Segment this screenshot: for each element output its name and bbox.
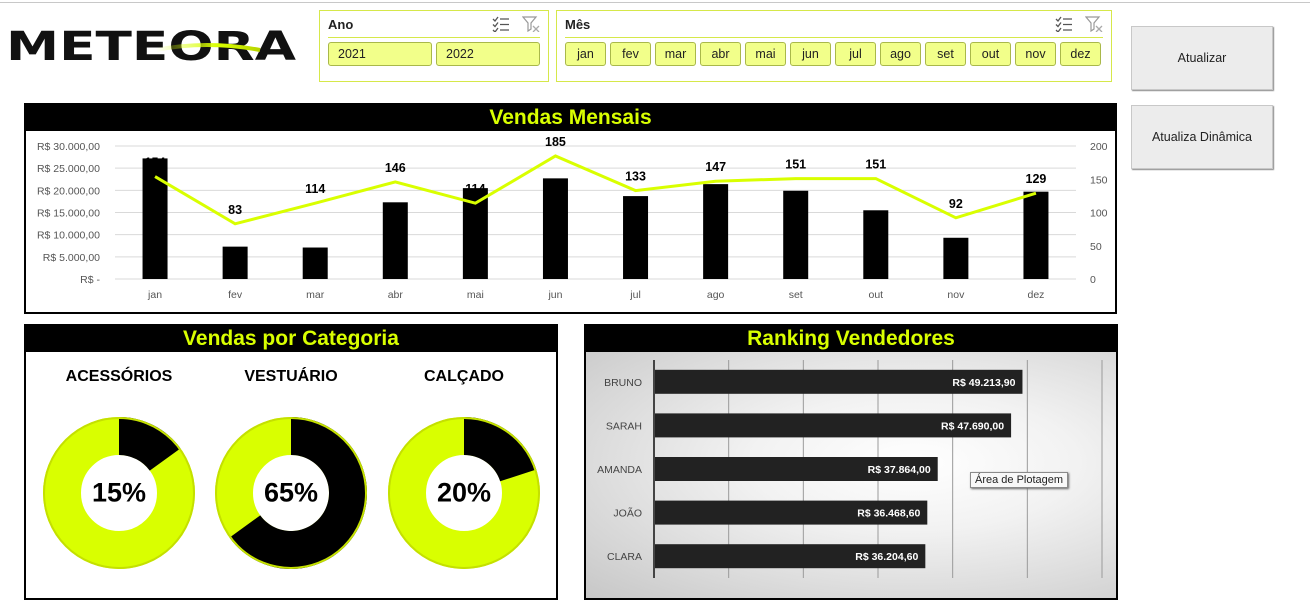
- month-slicer-title: Mês: [565, 16, 591, 32]
- category-label: ACESSÓRIOS: [65, 368, 173, 385]
- quantity-data-label: 133: [625, 170, 646, 184]
- month-option-mar[interactable]: mar: [655, 42, 696, 66]
- month-option-nov[interactable]: nov: [1015, 42, 1056, 66]
- clear-filter-icon[interactable]: [1085, 16, 1103, 32]
- sales-bar-jun[interactable]: [542, 178, 568, 279]
- month-option-jan[interactable]: jan: [565, 42, 606, 66]
- seller-value-label: R$ 36.468,60: [857, 508, 920, 520]
- category-label: CALÇADO: [424, 368, 504, 385]
- sales-bar-jul[interactable]: [623, 196, 649, 279]
- monthly-sales-title: Vendas Mensais: [26, 105, 1115, 131]
- sales-bar-mar[interactable]: [302, 247, 328, 279]
- seller-name-label: AMANDA: [597, 464, 642, 476]
- month-option-set[interactable]: set: [925, 42, 966, 66]
- x-tick-label: jul: [629, 289, 641, 301]
- sales-bar-out[interactable]: [863, 210, 889, 279]
- seller-value-label: R$ 47.690,00: [941, 420, 1004, 432]
- category-label: VESTUÁRIO: [244, 368, 338, 385]
- y-left-tick-label: R$ -: [80, 274, 100, 286]
- seller-ranking-panel: Ranking Vendedores BRUNO R$ 49.213,90 SARA…: [584, 324, 1118, 600]
- month-option-dez[interactable]: dez: [1060, 42, 1101, 66]
- sales-bar-set[interactable]: [783, 190, 809, 279]
- category-sales-panel: Vendas por Categoria ACESSÓRIOS 15% VESTUÁ…: [24, 324, 558, 600]
- category-percent: 15%: [91, 477, 147, 508]
- x-tick-label: out: [868, 289, 883, 301]
- update-dynamic-button[interactable]: Atualiza Dinâmica: [1131, 105, 1273, 169]
- quantity-data-label: 185: [545, 135, 566, 149]
- y-left-tick-label: R$ 15.000,00: [37, 208, 100, 220]
- month-option-jul[interactable]: jul: [835, 42, 876, 66]
- year-slicer: Ano 2021 2022: [319, 10, 549, 82]
- quantity-data-label: 92: [949, 197, 963, 211]
- month-option-mai[interactable]: mai: [745, 42, 786, 66]
- multi-select-icon[interactable]: [1055, 16, 1073, 32]
- quantity-data-label: 147: [705, 160, 726, 174]
- monthly-sales-chart[interactable]: R$ - R$ 5.000,00 R$ 10.000,00 R$ 15.000,00 R…: [26, 131, 1115, 312]
- x-tick-label: mar: [306, 289, 325, 301]
- y-left-tick-label: R$ 30.000,00: [37, 141, 100, 153]
- seller-value-label: R$ 36.204,60: [855, 551, 918, 563]
- seller-name-label: BRUNO: [604, 377, 642, 389]
- ranking-plot-area[interactable]: BRUNO R$ 49.213,90 SARAH R$ 47.690,00 AMANDA…: [586, 352, 1116, 598]
- x-tick-label: jun: [547, 289, 562, 301]
- sales-bar-jan[interactable]: [142, 158, 168, 279]
- quantity-data-label: 151: [785, 158, 806, 172]
- x-tick-label: dez: [1027, 289, 1044, 301]
- year-option-2022[interactable]: 2022: [436, 42, 540, 66]
- seller-name-label: SARAH: [606, 420, 642, 432]
- category-percent: 20%: [436, 477, 492, 508]
- quantity-data-label: 114: [465, 182, 485, 196]
- year-option-2021[interactable]: 2021: [328, 42, 432, 66]
- month-options: jan fev mar abr mai jun jul ago set out nov dez: [557, 38, 1111, 70]
- plot-area-tooltip: Área de Plotagem: [970, 472, 1069, 488]
- category-sales-title: Vendas por Categoria: [26, 326, 556, 352]
- x-tick-label: fev: [228, 289, 243, 301]
- month-slicer: Mês jan fev mar abr mai jun jul ago set out nov dez: [556, 10, 1112, 82]
- y-right-tick-label: 100: [1090, 208, 1108, 220]
- quantity-data-label: 146: [385, 161, 406, 175]
- month-option-jun[interactable]: jun: [790, 42, 831, 66]
- x-tick-label: abr: [388, 289, 404, 301]
- seller-value-label: R$ 37.864,00: [868, 464, 931, 476]
- clear-filter-icon[interactable]: [522, 16, 540, 32]
- seller-value-label: R$ 49.213,90: [952, 377, 1015, 389]
- update-button[interactable]: Atualizar: [1131, 26, 1273, 90]
- y-left-tick-label: R$ 5.000,00: [43, 252, 100, 264]
- y-left-tick-label: R$ 25.000,00: [37, 163, 100, 175]
- x-tick-label: set: [789, 289, 803, 301]
- quantity-data-label: 114: [305, 182, 325, 196]
- meteora-logo: METEORA: [6, 26, 296, 70]
- x-tick-label: jan: [147, 289, 162, 301]
- monthly-sales-panel: Vendas Mensais R$ - R$ 5.000,00 R$ 10.000,…: [24, 103, 1117, 314]
- sales-bar-abr[interactable]: [382, 202, 408, 279]
- y-right-tick-label: 0: [1090, 274, 1096, 286]
- sales-bar-fev[interactable]: [222, 246, 248, 279]
- year-slicer-title: Ano: [328, 16, 354, 32]
- y-right-tick-label: 150: [1090, 174, 1108, 186]
- top-divider: [0, 2, 1310, 3]
- y-right-tick-label: 200: [1090, 141, 1108, 153]
- month-option-ago[interactable]: ago: [880, 42, 921, 66]
- seller-ranking-title: Ranking Vendedores: [586, 326, 1116, 352]
- quantity-data-label: 151: [865, 158, 886, 172]
- seller-name-label: JOÃO: [613, 507, 642, 520]
- month-option-fev[interactable]: fev: [610, 42, 651, 66]
- x-tick-label: nov: [947, 289, 965, 301]
- y-left-tick-label: R$ 20.000,00: [37, 185, 100, 197]
- seller-name-label: CLARA: [607, 551, 642, 563]
- y-right-tick-label: 50: [1090, 241, 1102, 253]
- x-tick-label: ago: [707, 289, 725, 301]
- quantity-data-label: 129: [1026, 172, 1047, 186]
- x-tick-label: mai: [467, 289, 484, 301]
- multi-select-icon[interactable]: [492, 16, 510, 32]
- sales-bar-dez[interactable]: [1023, 191, 1049, 279]
- quantity-data-label: 154: [145, 156, 166, 170]
- category-percent: 65%: [263, 477, 319, 508]
- sales-bar-nov[interactable]: [943, 237, 969, 279]
- sales-bar-ago[interactable]: [703, 184, 729, 279]
- month-option-out[interactable]: out: [970, 42, 1011, 66]
- month-option-abr[interactable]: abr: [700, 42, 741, 66]
- quantity-data-label: 83: [228, 203, 242, 217]
- y-left-tick-label: R$ 10.000,00: [37, 230, 100, 242]
